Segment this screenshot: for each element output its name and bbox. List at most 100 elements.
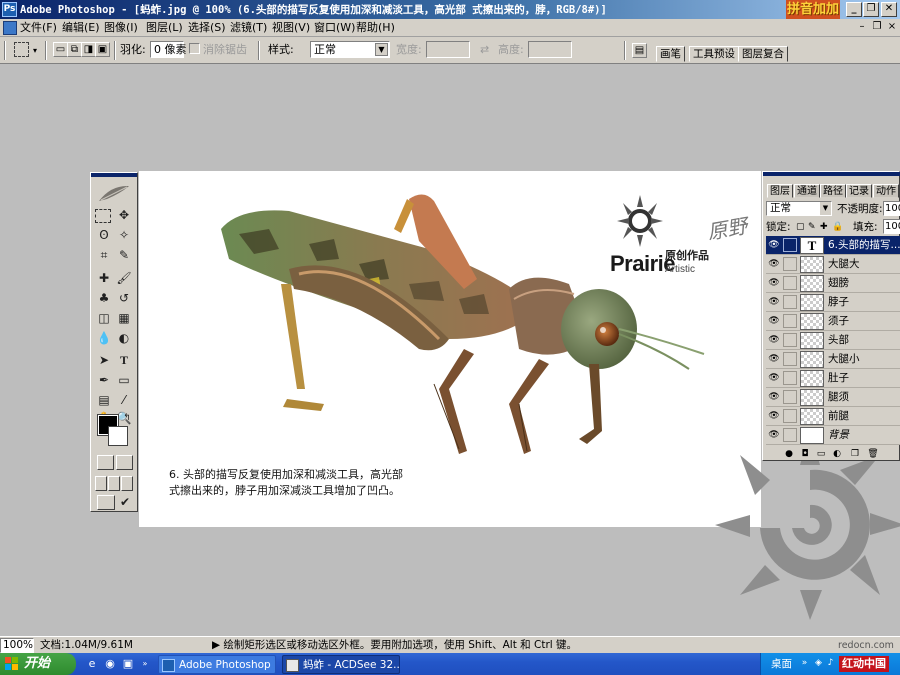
menu-help[interactable]: 帮助(H) [356,21,395,35]
screen-mode-full-icon[interactable] [121,476,133,491]
layer-row[interactable]: 👁 头部 [766,331,900,350]
visibility-eye-icon[interactable]: 👁 [768,410,780,422]
shape-tool-icon[interactable]: ▭ [115,371,133,389]
doc-restore-icon[interactable]: ❐ [871,21,883,34]
menu-file[interactable]: 文件(F) [20,21,57,35]
layer-row[interactable]: 👁 背景 [766,426,900,445]
document-size-info[interactable]: 文档:1.04M/9.61M [40,639,133,652]
standard-mode-icon[interactable] [97,455,114,470]
visibility-eye-icon[interactable]: 👁 [768,429,780,441]
layer-link-box[interactable] [783,409,797,423]
file-browser-icon[interactable]: ▤ [632,43,647,58]
pen-tool-icon[interactable]: ✒ [95,371,113,389]
layer-row[interactable]: 👁 肚子 [766,369,900,388]
antialias-checkbox[interactable] [189,43,200,54]
visibility-eye-icon[interactable]: 👁 [768,334,780,346]
height-input[interactable] [528,41,572,58]
document-canvas[interactable]: 原创作品 Prairie Artistic 原野 6. 头部的描写反复使用加深和… [139,171,761,527]
visibility-eye-icon[interactable]: 👁 [768,296,780,308]
visibility-eye-icon[interactable]: 👁 [768,277,780,289]
layer-style-icon[interactable]: ● [783,448,795,460]
minimize-button[interactable]: _ [846,2,862,17]
tab-actions[interactable]: 动作 [873,184,899,198]
eyedropper-tool-icon[interactable]: ⁄ [115,391,133,409]
layer-link-box[interactable] [783,333,797,347]
lock-transparency-icon[interactable]: ▢ [796,220,805,234]
magic-wand-tool-icon[interactable]: ✧ [115,226,133,244]
adobe-feather-icon[interactable] [97,183,131,203]
notes-tool-icon[interactable]: ▤ [95,391,113,409]
layer-row[interactable]: 👁 脖子 [766,293,900,312]
layer-row[interactable]: 👁 T 6.头部的描写... [766,236,900,255]
ie-quicklaunch-icon[interactable]: e [84,656,100,672]
subtract-selection-icon[interactable]: ◨ [81,42,96,57]
media-quicklaunch-icon[interactable]: ◉ [102,656,118,672]
width-input[interactable] [426,41,470,58]
layer-row[interactable]: 👁 翅膀 [766,274,900,293]
fill-input[interactable]: 100 [883,219,900,234]
layer-link-box[interactable] [783,428,797,442]
layer-row[interactable]: 👁 须子 [766,312,900,331]
imageready-icon[interactable]: ✔ [116,493,134,511]
taskbar-item-photoshop[interactable]: Adobe Photoshop ... [158,655,276,674]
tab-layers[interactable]: 图层 [767,184,793,198]
slice-tool-icon[interactable]: ✎ [115,246,133,264]
palette-tab-tool-presets[interactable]: 工具预设 [689,46,739,62]
menu-select[interactable]: 选择(S) [188,21,226,35]
tab-history[interactable]: 记录 [846,184,872,198]
blend-mode-select[interactable]: 正常 ▼ [766,201,832,216]
gradient-tool-icon[interactable]: ▦ [115,309,133,327]
layer-row[interactable]: 👁 大腿大 [766,255,900,274]
intersect-selection-icon[interactable]: ▣ [95,42,110,57]
volume-tray-icon[interactable]: ♪ [825,658,836,669]
close-button[interactable]: ✕ [881,2,897,17]
menu-image[interactable]: 图像(I) [104,21,138,35]
type-tool-icon[interactable]: T [115,351,133,369]
layer-link-box[interactable] [783,390,797,404]
background-color-swatch[interactable] [108,426,128,446]
lock-position-icon[interactable]: ✚ [820,220,828,234]
visibility-eye-icon[interactable]: 👁 [768,315,780,327]
clone-stamp-tool-icon[interactable]: ♣ [95,289,113,307]
layer-link-box[interactable] [783,371,797,385]
dodge-tool-icon[interactable]: ◐ [115,329,133,347]
screen-mode-full-menu-icon[interactable] [108,476,120,491]
menu-edit[interactable]: 编辑(E) [62,21,100,35]
desktop-toolbar-label[interactable]: 桌面 [771,657,792,671]
jump-to-imageready-icon[interactable] [97,495,115,510]
lock-image-icon[interactable]: ✎ [808,220,816,234]
opacity-input[interactable]: 100 [883,201,900,216]
healing-brush-tool-icon[interactable]: ✚ [95,269,113,287]
style-select[interactable]: 正常 ▼ [310,41,390,58]
visibility-eye-icon[interactable]: 👁 [768,239,780,251]
layer-link-box[interactable] [783,276,797,290]
desktop-quicklaunch-icon[interactable]: ▣ [120,656,136,672]
rect-marquee-tool-icon[interactable] [95,209,111,223]
quicklaunch-expand-icon[interactable]: » [137,656,153,672]
new-selection-icon[interactable]: ▭ [53,42,68,57]
start-button[interactable]: 开始 [0,653,76,675]
layer-row[interactable]: 👁 前腿 [766,407,900,426]
menu-view[interactable]: 视图(V) [272,21,310,35]
visibility-eye-icon[interactable]: 👁 [768,353,780,365]
layer-row[interactable]: 👁 腿须 [766,388,900,407]
move-tool-icon[interactable]: ✥ [115,206,133,224]
path-selection-tool-icon[interactable]: ➤ [95,351,113,369]
palette-title-bar[interactable] [763,172,900,176]
doc-minimize-icon[interactable]: – [856,21,868,34]
layer-link-box[interactable] [783,352,797,366]
new-set-icon[interactable]: ▭ [815,448,827,460]
lasso-tool-icon[interactable]: ʘ [95,226,113,244]
zoom-level-input[interactable]: 100% [0,638,34,653]
tab-paths[interactable]: 路径 [820,184,846,198]
add-mask-icon[interactable]: ◘ [799,448,811,460]
visibility-eye-icon[interactable]: 👁 [768,372,780,384]
menu-window[interactable]: 窗口(W) [314,21,355,35]
taskbar-item-acdsee[interactable]: 蚂蚱 - ACDSee 32... [282,655,400,674]
crop-tool-icon[interactable]: ⌗ [95,246,113,264]
toolbox-title-bar[interactable] [91,173,137,177]
app-menu-icon[interactable] [3,21,17,35]
menu-layer[interactable]: 图层(L) [146,21,183,35]
screen-mode-standard-icon[interactable] [95,476,107,491]
layer-link-box[interactable] [783,314,797,328]
